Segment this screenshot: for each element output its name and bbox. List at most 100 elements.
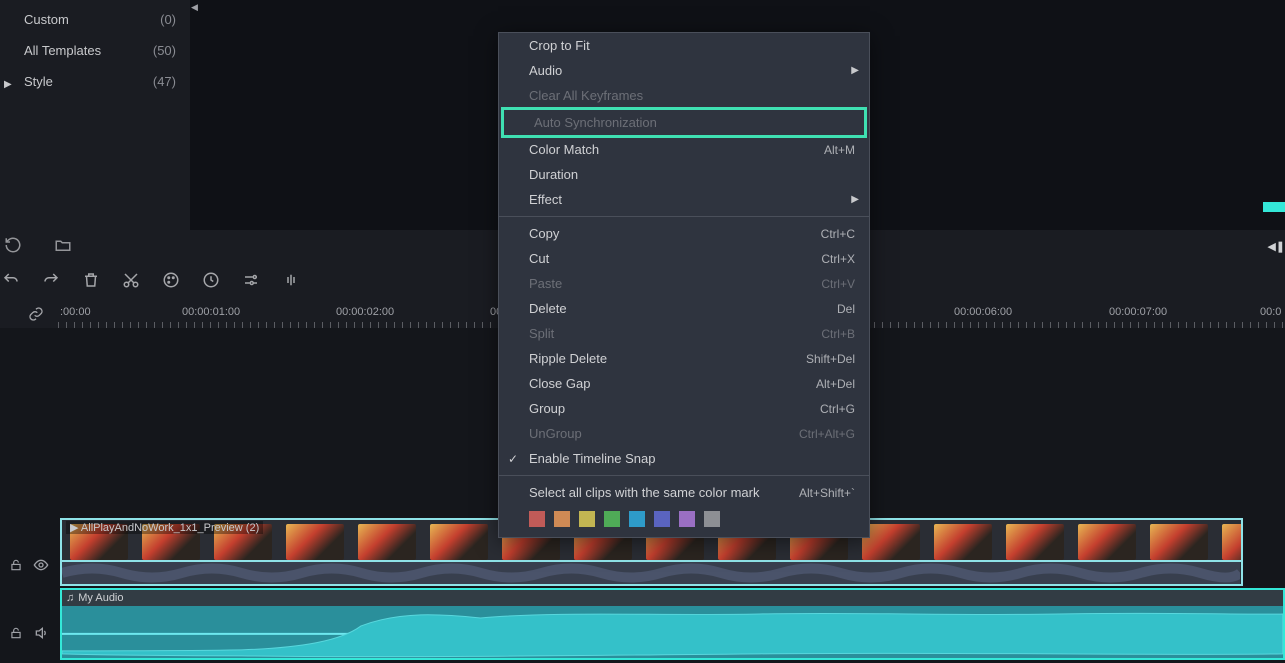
sidebar-item-count: (0) [160, 12, 176, 27]
menu-label: Crop to Fit [529, 38, 590, 53]
menu-item-enable-timeline-snap[interactable]: ✓ Enable Timeline Snap [499, 446, 869, 471]
ruler-tick: 00:00:01:00 [182, 306, 240, 318]
adjust-icon[interactable] [242, 271, 260, 289]
sidebar-item-count: (50) [153, 43, 176, 58]
thumbnail [934, 524, 992, 560]
context-menu: Crop to Fit Audio ▶ Clear All Keyframes Auto… [498, 32, 870, 538]
thumbnail [358, 524, 416, 560]
link-icon[interactable] [28, 306, 50, 322]
submenu-arrow-icon: ▶ [851, 65, 859, 76]
menu-label: Audio [529, 63, 562, 78]
menu-item-close-gap[interactable]: Close GapAlt+Del [499, 371, 869, 396]
menu-label: Copy [529, 226, 559, 241]
marker-icon [1263, 202, 1285, 212]
color-swatch[interactable] [579, 511, 595, 527]
menu-shortcut: Ctrl+V [821, 277, 855, 291]
sidebar-item-label: Custom [24, 12, 69, 27]
sidebar-item-custom[interactable]: Custom (0) [0, 4, 190, 35]
audio-clip-header: ♫ My Audio [62, 590, 1283, 606]
lock-icon[interactable] [9, 626, 23, 640]
menu-label: Clear All Keyframes [529, 88, 643, 103]
menu-separator [499, 216, 869, 217]
color-swatch[interactable] [704, 511, 720, 527]
menu-item-ripple-delete[interactable]: Ripple Delete Shift+Del [499, 346, 869, 371]
submenu-arrow-icon: ▶ [851, 194, 859, 205]
video-clip-label: ▶ AllPlayAndNoWork_1x1_Preview (2) [66, 521, 263, 534]
cut-icon[interactable] [122, 271, 140, 289]
check-icon: ✓ [508, 452, 518, 466]
menu-label: Enable Timeline Snap [529, 451, 655, 466]
menu-item-split: Split Ctrl+B [499, 321, 869, 346]
menu-item-color-match[interactable]: Color Match Alt+M [499, 137, 869, 162]
refresh-icon[interactable] [4, 236, 22, 254]
menu-item-auto-synchronization: Auto Synchronization [501, 107, 867, 138]
menu-item-duration[interactable]: Duration [499, 162, 869, 187]
menu-item-ungroup: UnGroup Ctrl+Alt+G [499, 421, 869, 446]
menu-item-crop-to-fit[interactable]: Crop to Fit [499, 33, 869, 58]
menu-label: Ripple Delete [529, 351, 607, 366]
menu-shortcut: Ctrl+B [821, 327, 855, 341]
delete-icon[interactable] [82, 271, 100, 289]
thumbnail [1150, 524, 1208, 560]
color-swatch[interactable] [629, 511, 645, 527]
thumbnail [1222, 524, 1243, 560]
waveform-icon [62, 606, 1283, 660]
speaker-icon[interactable] [33, 625, 49, 641]
audio-clip[interactable]: ♫ My Audio [60, 588, 1285, 660]
sidebar-item-all-templates[interactable]: All Templates (50) [0, 35, 190, 66]
color-swatch[interactable] [654, 511, 670, 527]
audio-clip-label: My Audio [78, 592, 123, 604]
menu-label: Select all clips with the same color mar… [529, 485, 759, 500]
menu-shortcut: Alt+Shift+` [799, 486, 855, 500]
sidebar-item-style[interactable]: Style (47) [0, 66, 190, 97]
menu-item-group[interactable]: GroupCtrl+G [499, 396, 869, 421]
menu-item-cut[interactable]: Cut Ctrl+X [499, 246, 869, 271]
menu-item-audio[interactable]: Audio ▶ [499, 58, 869, 83]
thumbnail [286, 524, 344, 560]
menu-label: Cut [529, 251, 549, 266]
lock-icon[interactable] [9, 558, 23, 572]
menu-label: Split [529, 326, 554, 341]
panel-expand-icon[interactable]: ◀❚ [1267, 240, 1285, 253]
menu-select-same-color[interactable]: Select all clips with the same color mar… [499, 480, 869, 505]
folder-icon[interactable] [54, 236, 72, 254]
menu-shortcut: Ctrl+X [821, 252, 855, 266]
menu-label: Delete [529, 301, 567, 316]
undo-icon[interactable] [2, 271, 20, 289]
template-sidebar: Custom (0) All Templates (50) Style (47) [0, 0, 190, 230]
color-swatch[interactable] [529, 511, 545, 527]
menu-shortcut: Del [837, 302, 855, 316]
color-swatch[interactable] [679, 511, 695, 527]
sidebar-item-count: (47) [153, 74, 176, 89]
thumbnail [1078, 524, 1136, 560]
audio-wave-icon[interactable] [282, 271, 300, 289]
menu-label: Auto Synchronization [534, 115, 657, 130]
menu-shortcut: Shift+Del [806, 352, 855, 366]
speed-icon[interactable] [202, 271, 220, 289]
sidebar-bottom-tools [0, 236, 72, 254]
ruler-tick: 00:0 [1260, 306, 1281, 318]
thumbnail [430, 524, 488, 560]
eye-icon[interactable] [33, 557, 49, 573]
menu-item-copy[interactable]: Copy Ctrl+C [499, 221, 869, 246]
color-swatch[interactable] [604, 511, 620, 527]
panel-collapse-icon[interactable]: ◀ [191, 2, 197, 24]
menu-shortcut: Alt+Del [816, 377, 855, 391]
menu-shortcut: Ctrl+Alt+G [799, 427, 855, 441]
menu-shortcut: Ctrl+C [821, 227, 855, 241]
music-note-icon: ♫ [66, 592, 74, 604]
video-clip-audio-lane[interactable] [60, 562, 1243, 586]
palette-icon[interactable] [162, 271, 180, 289]
menu-label: UnGroup [529, 426, 582, 441]
thumbnail [1006, 524, 1064, 560]
menu-label: Color Match [529, 142, 599, 157]
menu-label: Effect [529, 192, 562, 207]
ruler-tick: 00:00:06:00 [954, 306, 1012, 318]
menu-item-effect[interactable]: Effect ▶ [499, 187, 869, 212]
redo-icon[interactable] [42, 271, 60, 289]
menu-shortcut: Alt+M [824, 143, 855, 157]
expand-icon[interactable]: ▶ [4, 79, 12, 90]
color-swatch[interactable] [554, 511, 570, 527]
menu-item-delete[interactable]: Delete Del [499, 296, 869, 321]
menu-label: Duration [529, 167, 578, 182]
